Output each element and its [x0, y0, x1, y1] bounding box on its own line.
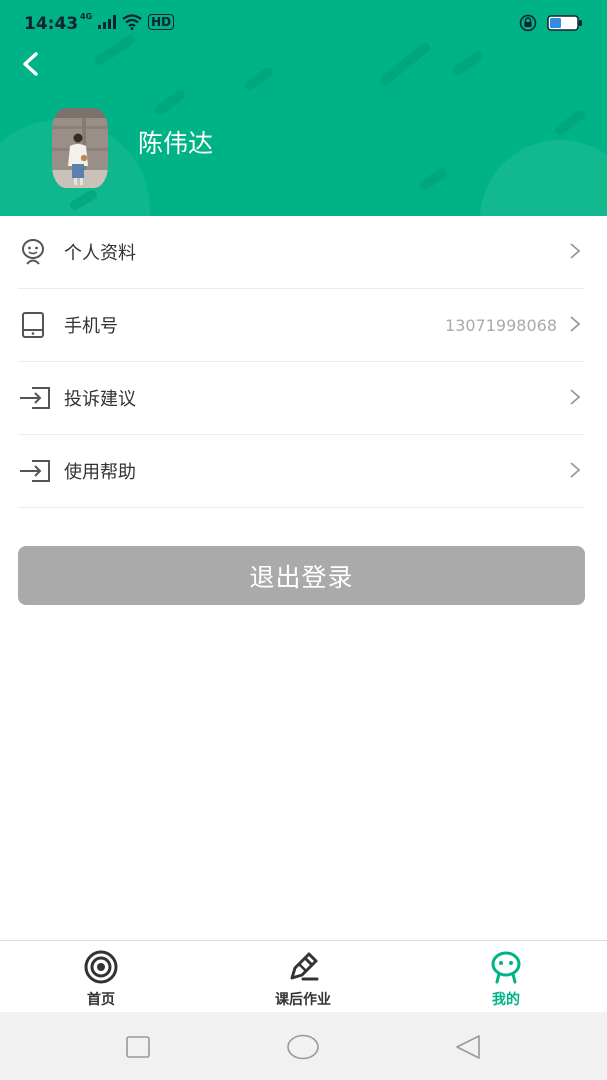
tab-homework[interactable]: 课后作业	[243, 941, 363, 1013]
tab-label: 我的	[492, 992, 520, 1008]
user-name: 陈伟达	[138, 129, 214, 158]
circle-icon	[287, 1034, 319, 1060]
avatar-photo	[52, 108, 108, 188]
status-bar: 14:43 4G HD	[0, 0, 607, 50]
home-button[interactable]	[285, 1032, 321, 1062]
pencil-icon	[285, 949, 321, 985]
signal-icon	[98, 15, 117, 29]
chevron-right-icon	[570, 462, 581, 478]
network-type: 4G	[80, 11, 93, 21]
menu-item-label: 个人资料	[64, 243, 136, 264]
wifi-icon	[122, 14, 142, 30]
menu-item-label: 手机号	[64, 316, 118, 337]
tab-label: 首页	[87, 992, 115, 1008]
status-time: 14:43	[24, 14, 79, 34]
tab-label: 课后作业	[275, 992, 331, 1008]
triangle-back-icon	[456, 1035, 480, 1059]
hd-badge: HD	[148, 14, 175, 30]
back-nav-button[interactable]	[450, 1032, 486, 1062]
menu-item-phone[interactable]: 手机号 13071998068	[18, 289, 585, 362]
profile-menu: 个人资料 手机号 13071998068 投诉建议 使用帮助	[18, 216, 585, 508]
battery-icon	[547, 15, 582, 31]
chevron-right-icon	[570, 389, 581, 405]
status-icons-left: 4G HD	[80, 11, 175, 30]
chevron-left-icon	[23, 52, 38, 76]
login-arrow-icon	[18, 380, 54, 416]
square-icon	[126, 1036, 150, 1058]
recent-apps-button[interactable]	[120, 1032, 156, 1062]
tab-mine[interactable]: 我的	[446, 941, 566, 1013]
menu-item-complaint[interactable]: 投诉建议	[18, 362, 585, 435]
face-icon	[18, 234, 54, 270]
bottom-tab-bar: 首页 课后作业 我的	[0, 940, 607, 1013]
phone-number: 13071998068	[445, 315, 557, 335]
profile-header: 14:43 4G HD 陈伟达	[0, 0, 607, 216]
chevron-right-icon	[570, 316, 581, 332]
tab-home[interactable]: 首页	[41, 941, 161, 1013]
system-nav-bar	[0, 1012, 607, 1080]
target-icon	[83, 949, 119, 985]
tablet-icon	[18, 307, 54, 343]
chevron-right-icon	[570, 243, 581, 259]
menu-item-help[interactable]: 使用帮助	[18, 435, 585, 508]
status-icons-right	[519, 14, 583, 32]
menu-item-label: 投诉建议	[64, 389, 136, 410]
avatar[interactable]	[52, 108, 108, 188]
menu-item-profile[interactable]: 个人资料	[18, 216, 585, 289]
menu-item-label: 使用帮助	[64, 462, 136, 483]
logout-button[interactable]: 退出登录	[18, 546, 585, 605]
robot-face-icon	[488, 949, 524, 985]
back-button[interactable]	[14, 48, 46, 80]
login-arrow-icon	[18, 453, 54, 489]
rotation-lock-icon	[519, 14, 537, 32]
